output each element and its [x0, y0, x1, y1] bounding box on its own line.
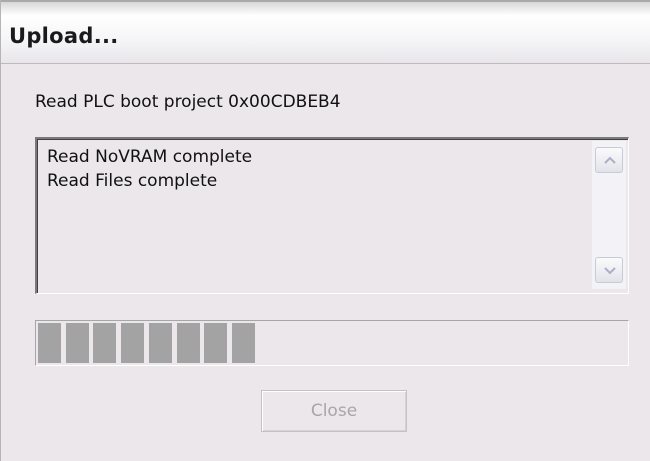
progress-chunk: [231, 323, 255, 363]
progress-chunk: [148, 323, 172, 363]
progress-chunk: [121, 323, 145, 363]
progress-chunk: [93, 323, 117, 363]
log-line: Read Files complete: [47, 171, 218, 191]
upload-progress-bar: [35, 320, 629, 366]
upload-dialog: Upload... Read PLC boot project 0x00CDBE…: [0, 0, 650, 461]
scroll-down-arrow-icon: [604, 267, 616, 275]
progress-chunk: [65, 323, 89, 363]
dialog-titlebar[interactable]: Upload...: [1, 0, 650, 64]
log-scrollbar[interactable]: [592, 141, 626, 289]
log-textbox[interactable]: Read NoVRAM complete Read Files complete: [35, 137, 629, 294]
scroll-down-button[interactable]: [595, 257, 623, 283]
progress-chunk: [38, 323, 61, 363]
scroll-up-button[interactable]: [595, 147, 623, 173]
log-line: Read NoVRAM complete: [47, 147, 253, 167]
close-button[interactable]: Close: [261, 390, 407, 432]
scroll-up-arrow-icon: [604, 156, 616, 164]
log-lines: Read NoVRAM complete Read Files complete: [47, 145, 252, 193]
progress-chunk: [176, 323, 200, 363]
dialog-title: Upload...: [9, 24, 119, 48]
status-message: Read PLC boot project 0x00CDBEB4: [35, 92, 341, 112]
progress-chunk: [204, 323, 228, 363]
progress-track: [38, 323, 626, 363]
